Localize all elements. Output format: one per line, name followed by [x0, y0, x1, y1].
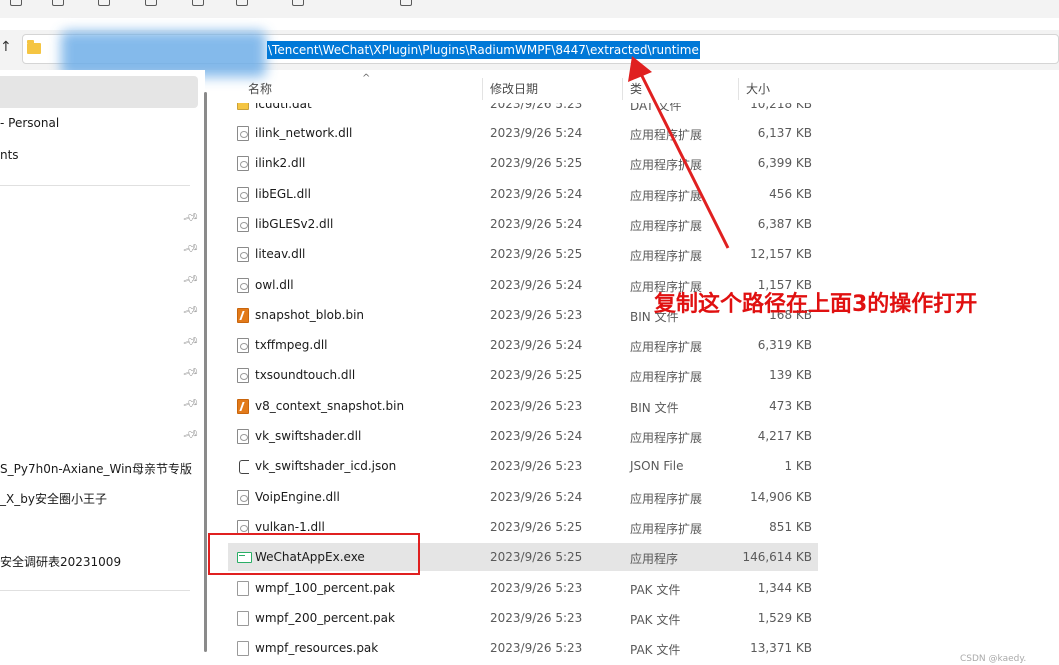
annotation-text: 复制这个路径在上面3的操作打开 — [654, 292, 978, 317]
watermark: CSDN @kaedy. — [960, 654, 1027, 664]
annotation-arrow — [628, 56, 730, 249]
